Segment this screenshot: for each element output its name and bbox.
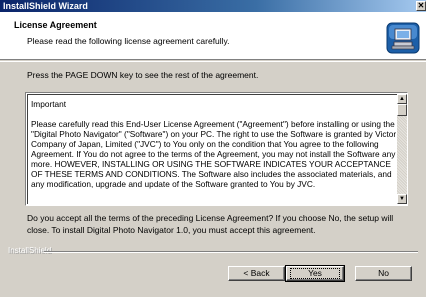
header-divider	[0, 61, 426, 62]
yes-button[interactable]: Yes	[285, 265, 345, 282]
pagedown-instruction: Press the PAGE DOWN key to see the rest …	[27, 70, 259, 80]
license-text: Important Please carefully read this End…	[31, 99, 397, 189]
back-button[interactable]: < Back	[228, 266, 285, 281]
footer-separator	[44, 251, 418, 253]
accept-question: Do you accept all the terms of the prece…	[27, 213, 394, 235]
scroll-thumb[interactable]	[397, 104, 407, 116]
window-title: InstallShield Wizard	[3, 1, 88, 11]
scroll-down-button[interactable]: ▼	[397, 194, 407, 204]
scroll-up-button[interactable]: ▲	[397, 94, 407, 104]
vertical-scrollbar[interactable]: ▲ ▼	[397, 94, 407, 204]
no-button[interactable]: No	[355, 266, 412, 281]
installer-computer-icon	[386, 22, 420, 54]
close-button[interactable]: ✕	[416, 1, 426, 11]
focus-rectangle	[290, 268, 340, 279]
no-button-label: No	[378, 268, 389, 278]
license-text-area[interactable]: Important Please carefully read this End…	[27, 94, 397, 204]
page-title: License Agreement	[14, 20, 97, 30]
page-subtitle: Please read the following license agreem…	[27, 36, 230, 46]
back-button-label: < Back	[243, 268, 270, 278]
license-textbox[interactable]: Important Please carefully read this End…	[25, 92, 408, 206]
